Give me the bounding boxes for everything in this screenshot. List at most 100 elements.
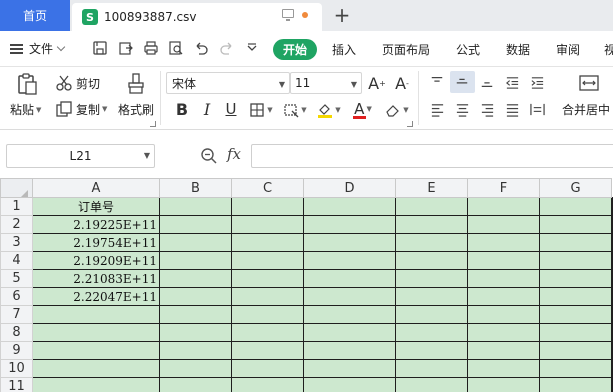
zoom-icon[interactable] bbox=[200, 147, 218, 165]
customize-toolbar-icon[interactable] bbox=[243, 39, 261, 57]
font-dialog-launcher[interactable] bbox=[407, 121, 413, 127]
cell-b[interactable] bbox=[159, 341, 232, 360]
fx-icon[interactable]: fx bbox=[227, 145, 241, 163]
cell-g[interactable] bbox=[539, 323, 612, 342]
cell-a[interactable] bbox=[32, 377, 160, 392]
tab-review[interactable]: 审阅 bbox=[556, 41, 580, 58]
row-header[interactable]: 6 bbox=[0, 287, 33, 306]
cell-e[interactable] bbox=[395, 359, 468, 378]
cell-g[interactable] bbox=[539, 233, 612, 252]
column-header-d[interactable]: D bbox=[303, 178, 396, 198]
cell-c[interactable] bbox=[231, 377, 304, 392]
cell-g[interactable] bbox=[539, 305, 612, 324]
cell-h[interactable] bbox=[611, 269, 613, 288]
tab-page-layout[interactable]: 页面布局 bbox=[382, 41, 430, 58]
select-all-corner[interactable] bbox=[0, 178, 33, 198]
format-painter-button[interactable]: 格式刷 bbox=[118, 101, 154, 118]
cell-d[interactable] bbox=[303, 323, 396, 342]
cell-a[interactable]: 2.21083E+11 bbox=[32, 269, 160, 288]
cell-b[interactable] bbox=[159, 287, 232, 306]
cell-d[interactable] bbox=[303, 359, 396, 378]
cell-e[interactable] bbox=[395, 305, 468, 324]
justify-icon[interactable] bbox=[503, 100, 521, 118]
row-header[interactable]: 5 bbox=[0, 269, 33, 288]
cell-f[interactable] bbox=[467, 305, 540, 324]
cell-c[interactable] bbox=[231, 197, 304, 216]
cell-f[interactable] bbox=[467, 377, 540, 392]
cell-h[interactable] bbox=[611, 323, 613, 342]
cell-f[interactable] bbox=[467, 269, 540, 288]
cell-h[interactable] bbox=[611, 251, 613, 270]
align-center-icon[interactable] bbox=[453, 100, 471, 118]
cell-g[interactable] bbox=[539, 287, 612, 306]
cell-e[interactable] bbox=[395, 197, 468, 216]
cell-g[interactable] bbox=[539, 341, 612, 360]
cell-f[interactable] bbox=[467, 233, 540, 252]
decrease-indent-icon[interactable] bbox=[503, 73, 521, 91]
tab-view[interactable]: 视 bbox=[604, 41, 613, 58]
cell-b[interactable] bbox=[159, 215, 232, 234]
cell-a[interactable] bbox=[32, 341, 160, 360]
cell-g[interactable] bbox=[539, 251, 612, 270]
paste-icon[interactable] bbox=[14, 70, 40, 98]
cell-g[interactable] bbox=[539, 269, 612, 288]
cell-f[interactable] bbox=[467, 197, 540, 216]
home-tab[interactable]: 首页 bbox=[0, 0, 70, 31]
cell-c[interactable] bbox=[231, 251, 304, 270]
cell-b[interactable] bbox=[159, 323, 232, 342]
cell-f[interactable] bbox=[467, 323, 540, 342]
cell-b[interactable] bbox=[159, 305, 232, 324]
font-name-select[interactable]: 宋体 ▼ bbox=[166, 72, 290, 94]
cell-c[interactable] bbox=[231, 287, 304, 306]
cell-a[interactable]: 订单号 bbox=[32, 197, 160, 216]
align-left-icon[interactable] bbox=[428, 100, 446, 118]
cell-h[interactable] bbox=[611, 197, 613, 216]
tab-data[interactable]: 数据 bbox=[506, 41, 530, 58]
column-header-c[interactable]: C bbox=[231, 178, 304, 198]
cell-h[interactable] bbox=[611, 233, 613, 252]
cell-c[interactable] bbox=[231, 233, 304, 252]
cell-e[interactable] bbox=[395, 287, 468, 306]
cell-d[interactable] bbox=[303, 233, 396, 252]
cell-h[interactable] bbox=[611, 341, 613, 360]
column-header-e[interactable]: E bbox=[395, 178, 468, 198]
align-bottom-icon[interactable] bbox=[478, 73, 496, 91]
italic-icon[interactable]: I bbox=[198, 98, 216, 120]
eraser-icon[interactable]: ▼ bbox=[383, 99, 411, 121]
cut-button[interactable]: 剪切 bbox=[55, 74, 100, 92]
cell-a[interactable] bbox=[32, 359, 160, 378]
borders-icon[interactable]: ▼ bbox=[247, 99, 275, 121]
cell-d[interactable] bbox=[303, 215, 396, 234]
cell-b[interactable] bbox=[159, 269, 232, 288]
cell-g[interactable] bbox=[539, 377, 612, 392]
cell-d[interactable] bbox=[303, 269, 396, 288]
row-header[interactable]: 1 bbox=[0, 197, 33, 216]
column-header-b[interactable]: B bbox=[159, 178, 232, 198]
cell-a[interactable] bbox=[32, 323, 160, 342]
underline-icon[interactable]: U bbox=[222, 98, 240, 120]
cell-h[interactable] bbox=[611, 287, 613, 306]
print-preview-icon[interactable] bbox=[167, 39, 185, 57]
cell-b[interactable] bbox=[159, 233, 232, 252]
cell-a[interactable] bbox=[32, 305, 160, 324]
cell-g[interactable] bbox=[539, 215, 612, 234]
save-icon[interactable] bbox=[91, 39, 109, 57]
cell-style-icon[interactable]: ▼ bbox=[281, 99, 309, 121]
align-right-icon[interactable] bbox=[478, 100, 496, 118]
tab-formulas[interactable]: 公式 bbox=[456, 41, 480, 58]
cell-a[interactable]: 2.19225E+11 bbox=[32, 215, 160, 234]
font-size-select[interactable]: 11 ▼ bbox=[290, 72, 362, 94]
cell-h[interactable] bbox=[611, 377, 613, 392]
row-header[interactable]: 3 bbox=[0, 233, 33, 252]
cell-c[interactable] bbox=[231, 269, 304, 288]
cell-d[interactable] bbox=[303, 341, 396, 360]
row-header[interactable]: 8 bbox=[0, 323, 33, 342]
cell-c[interactable] bbox=[231, 341, 304, 360]
align-top-icon[interactable] bbox=[428, 73, 446, 91]
cell-e[interactable] bbox=[395, 269, 468, 288]
cell-e[interactable] bbox=[395, 323, 468, 342]
cell-h[interactable] bbox=[611, 305, 613, 324]
column-header-a[interactable]: A bbox=[32, 178, 160, 198]
file-menu[interactable]: 文件 bbox=[10, 40, 66, 57]
cell-e[interactable] bbox=[395, 215, 468, 234]
